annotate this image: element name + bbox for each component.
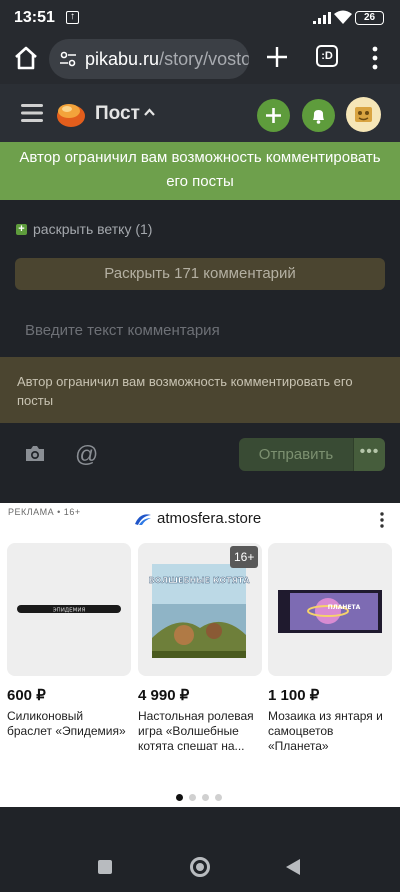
browser-menu-icon[interactable] <box>367 45 383 71</box>
expand-branch-label: раскрыть ветку (1) <box>33 221 153 237</box>
carousel-dot[interactable] <box>202 794 209 801</box>
signal-icon <box>313 12 331 24</box>
status-bar: 13:51 ↑ 26 <box>0 0 400 36</box>
avatar[interactable] <box>346 97 381 132</box>
atmosfera-logo-icon <box>135 513 151 525</box>
url-host: pikabu.ru <box>85 49 160 69</box>
browser-toolbar: pikabu.ru/story/vostoc :D <box>0 36 400 84</box>
ad-block: РЕКЛАМА • 16+ atmosfera.store ЭПИДЕМИЯ 6… <box>0 503 400 807</box>
camera-icon[interactable] <box>24 444 46 464</box>
address-bar[interactable]: pikabu.ru/story/vostoc <box>49 39 249 79</box>
recent-apps-icon[interactable] <box>98 860 112 874</box>
mosaic-image-text: ПЛАНЕТА <box>328 604 361 611</box>
more-options-button[interactable]: ••• <box>353 438 385 471</box>
status-time: 13:51 <box>14 9 55 26</box>
tab-switcher-button[interactable]: :D <box>316 45 338 67</box>
restriction-banner: Автор ограничил вам возможность комменти… <box>0 142 400 200</box>
send-button[interactable]: Отправить <box>239 438 353 471</box>
product-title[interactable]: Силиконовый браслет «Эпидемия» <box>7 709 129 739</box>
expand-comments-button[interactable]: Раскрыть 171 комментарий <box>15 258 385 290</box>
product-price: 1 100 ₽ <box>268 687 320 704</box>
comment-input[interactable]: Введите текст комментария <box>25 322 220 339</box>
site-header: Пост <box>0 84 400 144</box>
notifications-button[interactable] <box>302 99 335 132</box>
carousel-dot[interactable] <box>189 794 196 801</box>
product-title[interactable]: Мозаика из янтаря и самоцветов «Планета» <box>268 709 390 754</box>
product-price: 4 990 ₽ <box>138 687 190 704</box>
mosaic-kit-image: ПЛАНЕТА <box>278 590 382 633</box>
bracelet-image: ЭПИДЕМИЯ <box>17 605 121 614</box>
upload-icon: ↑ <box>66 11 79 24</box>
bracelet-image-text: ЭПИДЕМИЯ <box>53 608 86 614</box>
hamburger-menu-icon[interactable] <box>21 103 43 123</box>
url-text: pikabu.ru/story/vostoc <box>85 49 249 70</box>
product-title[interactable]: Настольная ролевая игра «Волшебные котят… <box>138 709 260 754</box>
box-image-text: ВОЛШЕБНЫЕ КОТЯТА <box>149 576 251 585</box>
ad-brand-link[interactable]: atmosfera.store <box>134 510 261 527</box>
pikabu-logo-icon[interactable] <box>55 98 87 130</box>
plus-square-icon: + <box>16 223 27 235</box>
url-path: /story/vostoc <box>159 49 249 69</box>
add-post-button[interactable] <box>257 99 290 132</box>
product-card[interactable]: ЭПИДЕМИЯ <box>7 543 131 676</box>
home-nav-icon[interactable] <box>190 857 210 877</box>
bell-icon <box>313 110 324 124</box>
product-price: 600 ₽ <box>7 687 46 704</box>
avatar-image-icon <box>355 107 372 122</box>
expand-branch-link[interactable]: + раскрыть ветку (1) <box>16 221 152 237</box>
system-nav-bar <box>0 840 400 892</box>
product-card[interactable]: ПЛАНЕТА <box>268 543 392 676</box>
page-title[interactable]: Пост <box>95 103 140 125</box>
wifi-icon <box>334 10 352 24</box>
carousel-dot-active[interactable] <box>176 794 183 801</box>
home-icon[interactable] <box>12 44 40 72</box>
age-rating-badge: 16+ <box>230 546 259 568</box>
mention-icon[interactable]: @ <box>75 441 98 468</box>
new-tab-icon[interactable] <box>264 44 290 70</box>
plus-icon <box>266 108 281 123</box>
ad-menu-icon[interactable] <box>379 512 385 528</box>
back-icon[interactable] <box>286 859 300 875</box>
ad-brand-name: atmosfera.store <box>157 510 262 527</box>
carousel-dot[interactable] <box>215 794 222 801</box>
carousel-pagination <box>176 794 222 801</box>
restriction-notice: Автор ограничил вам возможность комменти… <box>0 357 400 423</box>
site-settings-icon[interactable] <box>59 50 77 68</box>
battery-icon: 26 <box>355 11 384 25</box>
chevron-up-icon[interactable] <box>143 106 156 119</box>
ad-label: РЕКЛАМА • 16+ <box>8 507 81 517</box>
